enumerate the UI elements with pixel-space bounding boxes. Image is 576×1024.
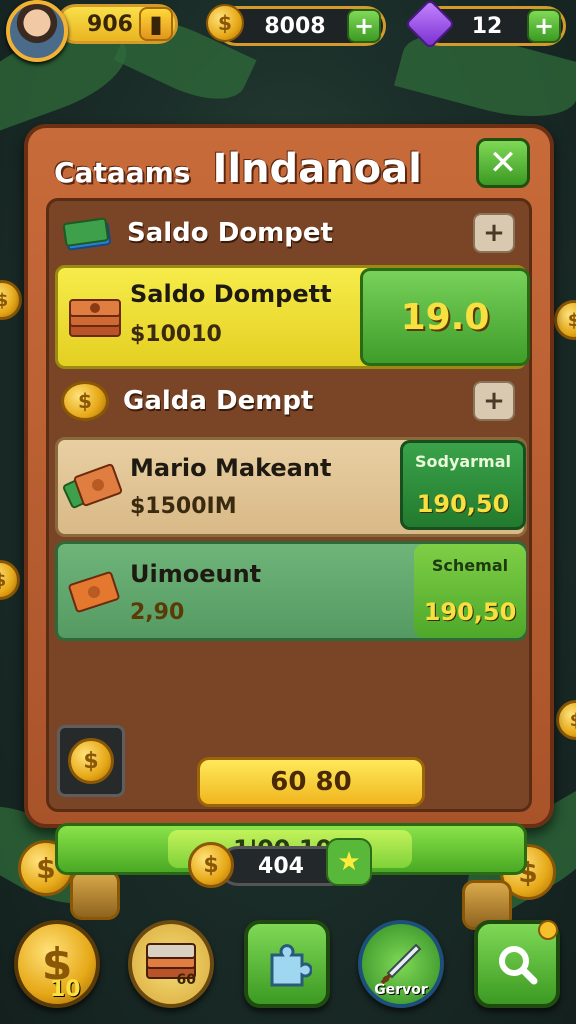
row-value-button[interactable]: Schemal 190,50 [414,544,526,638]
top-bar: 906 ▮ 8008 + $ 12 + [0,0,576,62]
row-badge: Schemal [431,555,509,575]
panel-title-small: Cataams [54,156,191,189]
row-title: Mario Makeant [130,454,332,482]
row-value-button[interactable]: Sodyarmal 190,50 [400,440,526,530]
section-label: Saldo Dompet [127,218,333,248]
section-label: Galda Dempt [123,386,314,416]
close-button[interactable]: ✕ [476,138,530,188]
row-value: 190,50 [423,598,517,627]
nav-button-cash[interactable]: 60 [128,920,214,1008]
search-icon [499,946,538,985]
coin-icon: $ [206,4,244,42]
cash-stack-icon [69,299,121,337]
puzzle-icon [270,944,312,987]
row-title: Uimoeunt [130,560,262,588]
nav-button-search[interactable] [474,920,560,1008]
wallet-row-uimoeunt[interactable]: Uimoeunt 2,90 Schemal 190,50 [55,541,527,641]
panel-title-big: Ilndanoal [212,146,422,192]
coin-icon: $ [68,738,114,784]
cash-icon [62,217,111,251]
background-coin: $ [0,280,22,320]
section-saldo-dompet: Saldo Dompet + [49,205,529,261]
gold-value: 906 [87,11,133,37]
star-icon: ★ [337,847,361,877]
nav-button-coins[interactable]: $ 10 [14,920,100,1008]
row-badge: Sodyarmal [414,452,512,472]
row-amount: 2,90 [130,600,185,625]
panel-title: Cataams Ilndanoal [54,146,422,192]
wallet-row-mario[interactable]: Mario Makeant $1500IM Sodyarmal 190,50 [55,437,527,537]
nav-button-gervor[interactable]: Gervor [358,920,444,1008]
coin-slot[interactable]: $ [57,725,125,797]
section-add-button[interactable]: + [473,381,515,421]
gold-counter: 906 ▮ [56,4,178,44]
bottom-counter-value: 404 [258,853,304,879]
background-coin: $ [556,700,576,740]
gems-add-button[interactable]: + [527,9,561,43]
gold-action-label: 60 80 [270,767,352,797]
wallet-panel: Cataams Ilndanoal ✕ Saldo Dompet + Saldo… [24,124,554,875]
nav-label: 10 [50,977,81,1002]
money-icon [68,571,120,613]
nav-label: 60 [176,972,196,988]
background-coin: $ [0,560,20,600]
star-button[interactable]: ★ [326,838,372,886]
row-value: 190,50 [416,489,510,518]
player-avatar[interactable] [6,0,68,62]
section-add-button[interactable]: + [473,213,515,253]
background-coin [70,870,120,920]
row-value: 19.0 [400,296,490,338]
gold-action-button[interactable]: 60 80 [197,757,425,807]
coin-icon: $ [61,381,109,421]
panel-content: Saldo Dompet + Saldo Dompett $10010 19.0… [46,198,532,875]
nav-label: Gervor [374,982,428,998]
coin-icon: $ [188,842,234,888]
section-galda-dempt: $ Galda Dempt + [49,373,529,429]
row-amount: $10010 [130,322,222,347]
row-amount: $1500IM [130,494,237,519]
row-title: Saldo Dompett [130,280,332,308]
nav-button-puzzle[interactable] [244,920,330,1008]
gold-add-button[interactable]: ▮ [139,7,173,41]
row-value-button[interactable]: 19.0 [360,268,530,366]
money-icon [62,463,123,509]
wallet-row-saldo[interactable]: Saldo Dompett $10010 19.0 [55,265,530,369]
notification-dot [538,920,558,940]
coins-add-button[interactable]: + [347,9,381,43]
background-coin: $ [554,300,576,340]
close-icon: ✕ [488,143,518,183]
